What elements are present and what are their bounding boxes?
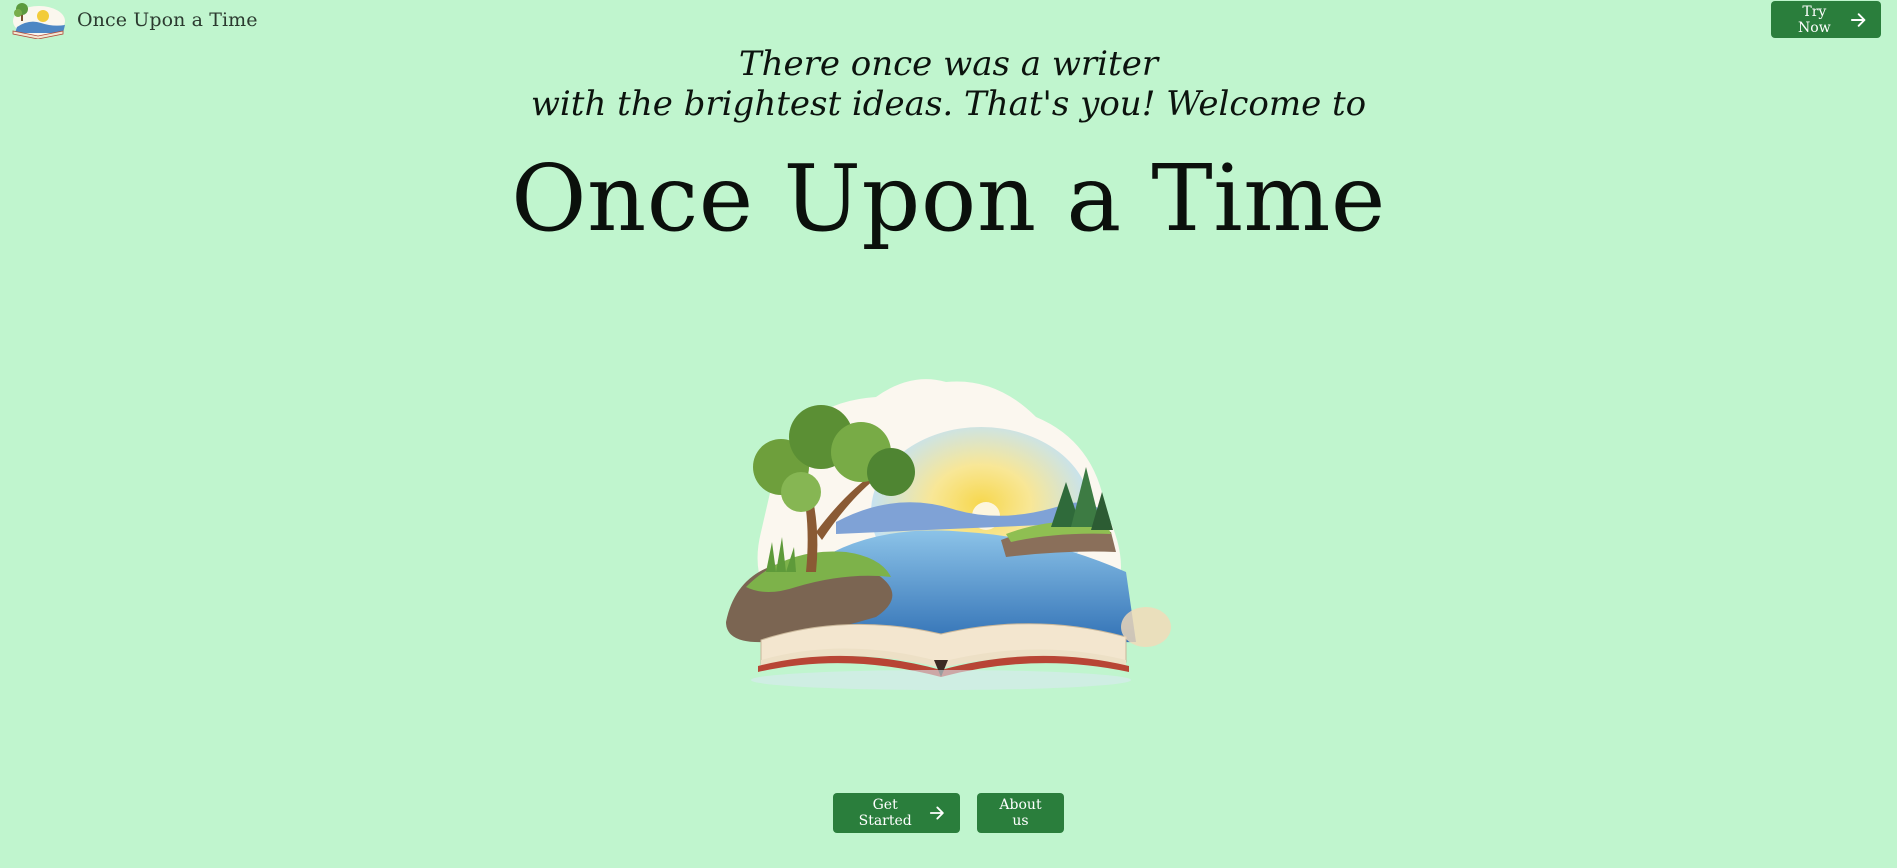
- page-title: Once Upon a Time: [511, 145, 1386, 252]
- brand-link[interactable]: Once Upon a Time: [9, 0, 258, 40]
- try-now-label: Try Now: [1798, 3, 1831, 36]
- book-landscape-logo-icon: [12, 3, 65, 39]
- get-started-button[interactable]: Get Started: [833, 793, 960, 833]
- open-book-landscape-illustration: [726, 379, 1171, 690]
- tagline-line-2: with the brightest ideas. That's you! We…: [530, 84, 1367, 124]
- get-started-label: Get Started: [858, 797, 912, 829]
- try-now-button[interactable]: Try Now: [1771, 1, 1881, 38]
- hero-section: There once was a writer with the brighte…: [0, 44, 1897, 252]
- cta-row: Get Started About us: [0, 793, 1897, 833]
- landing-page: Once Upon a Time Try Now There once was …: [0, 0, 1897, 868]
- about-us-label: About us: [999, 797, 1042, 829]
- brand-name: Once Upon a Time: [77, 9, 258, 31]
- arrow-right-icon: [1850, 12, 1866, 27]
- arrow-right-icon: [930, 806, 945, 820]
- top-nav: Once Upon a Time Try Now: [0, 0, 1897, 40]
- about-us-button[interactable]: About us: [977, 793, 1064, 833]
- tagline-line-1: There once was a writer: [738, 44, 1159, 84]
